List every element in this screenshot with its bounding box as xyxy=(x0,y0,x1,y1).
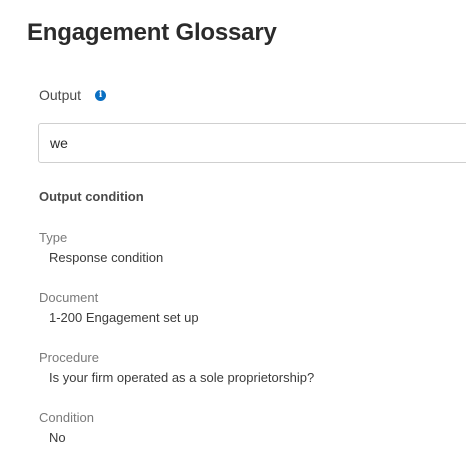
condition-field: Condition No xyxy=(39,409,94,447)
procedure-label: Procedure xyxy=(39,350,99,365)
output-input[interactable] xyxy=(38,123,466,163)
output-label: Output xyxy=(39,87,82,103)
document-label: Document xyxy=(39,290,99,305)
procedure-field: Procedure Is your firm operated as a sol… xyxy=(39,349,314,387)
condition-value: No xyxy=(49,430,66,445)
procedure-value: Is your firm operated as a sole propriet… xyxy=(49,370,315,385)
output-condition-heading: Output condition xyxy=(39,189,144,204)
type-field: Type Response condition xyxy=(39,229,163,267)
document-field: Document 1-200 Engagement set up xyxy=(39,289,199,327)
page-title: Engagement Glossary xyxy=(27,19,277,46)
output-label-row: Output i xyxy=(39,86,107,104)
document-value: 1-200 Engagement set up xyxy=(49,310,199,325)
info-icon[interactable]: i xyxy=(95,90,107,101)
condition-label: Condition xyxy=(39,410,94,425)
type-label: Type xyxy=(39,230,68,245)
type-value: Response condition xyxy=(49,250,164,265)
